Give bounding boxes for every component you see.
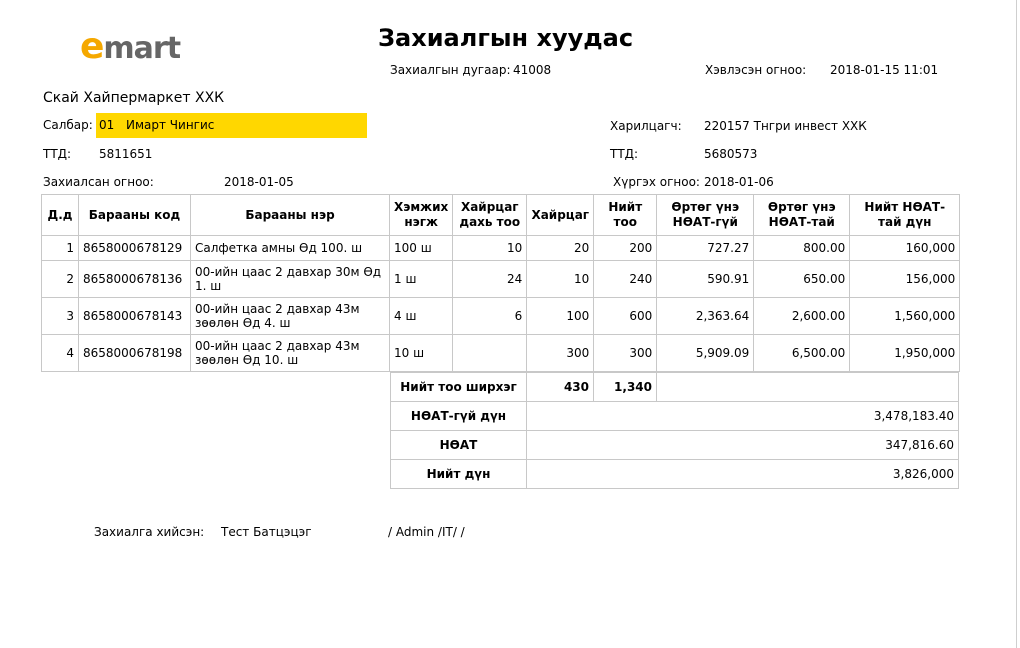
emart-logo: emart (80, 26, 181, 67)
col-header: Хайрцаг дахь тоо (452, 194, 528, 236)
col-header: Д.д (41, 194, 79, 236)
total-boxes: 430 (526, 372, 594, 402)
cell-qty: 600 (593, 297, 658, 335)
cell-code: 8658000678198 (78, 334, 191, 372)
cell-name: 00-ийн цаас 2 давхар 30м Өд 1. ш (190, 260, 390, 298)
partner-label: Харилцагч: (610, 119, 682, 133)
orderer-name: Тест Батцэцэг (221, 525, 312, 539)
total-qty-label: Нийт тоо ширхэг (390, 372, 527, 402)
col-header: Нийт тоо (593, 194, 658, 236)
cell-no: 3 (41, 297, 79, 335)
branch-code: 01 (99, 118, 115, 132)
totals-row-total: Нийт дүн 3,826,000 (390, 459, 959, 489)
col-header: Өртөг үнэ НӨАТ-тай (753, 194, 851, 236)
cell-boxes: 10 (526, 260, 595, 298)
table-row: 3 8658000678143 00-ийн цаас 2 давхар 43м… (41, 297, 961, 335)
cell-cost-vat: 800.00 (753, 235, 851, 261)
cell-total: 160,000 (849, 235, 961, 261)
order-items-table: Д.д Барааны код Барааны нэр Хэмжих нэгж … (41, 194, 961, 372)
company-name: Скай Хайпермаркет ХХК (43, 90, 225, 106)
col-header: Барааны нэр (190, 194, 390, 236)
cell-boxes: 300 (526, 334, 595, 372)
cell-per-box (452, 334, 528, 372)
cell-cost-vat: 6,500.00 (753, 334, 851, 372)
grand-total-value: 3,826,000 (526, 459, 959, 489)
tin-left-value: 5811651 (99, 147, 153, 161)
totals-row-novat: НӨАТ-гүй дүн 3,478,183.40 (390, 401, 959, 431)
col-header: Барааны код (78, 194, 191, 236)
table-row: 4 8658000678198 00-ийн цаас 2 давхар 43м… (41, 334, 961, 372)
cell-no: 2 (41, 260, 79, 298)
tin-left-label: ТТД: (43, 147, 72, 161)
cell-code: 8658000678129 (78, 235, 191, 261)
printed-date-label: Хэвлэсэн огноо: (705, 63, 807, 77)
printed-date-value: 2018-01-15 11:01 (830, 63, 939, 77)
tin-right-value: 5680573 (704, 147, 758, 161)
table-row: 1 8658000678129 Салфетка амны Өд 100. ш … (41, 235, 961, 261)
page-edge (1016, 0, 1017, 648)
table-header-row: Д.д Барааны код Барааны нэр Хэмжих нэгж … (41, 194, 961, 236)
total-qty: 1,340 (593, 372, 657, 402)
novat-label: НӨАТ-гүй дүн (390, 401, 527, 431)
cell-cost-novat: 2,363.64 (656, 297, 755, 335)
cell-no: 4 (41, 334, 79, 372)
col-header: Хэмжих нэгж (388, 194, 454, 236)
empty-cell (656, 372, 959, 402)
order-number-value: 41008 (513, 63, 552, 77)
orderer-label: Захиалга хийсэн: (94, 525, 205, 539)
table-row: 2 8658000678136 00-ийн цаас 2 давхар 30м… (41, 260, 961, 298)
col-header: Нийт НӨАТ-тай дүн (849, 194, 961, 236)
cell-code: 8658000678136 (78, 260, 191, 298)
cell-boxes: 100 (526, 297, 595, 335)
cell-per-box: 6 (452, 297, 528, 335)
order-date-label: Захиалсан огноо: (43, 175, 154, 189)
cell-qty: 200 (593, 235, 658, 261)
cell-boxes: 20 (526, 235, 595, 261)
grand-total-label: Нийт дүн (390, 459, 527, 489)
cell-qty: 240 (593, 260, 658, 298)
cell-cost-vat: 2,600.00 (753, 297, 851, 335)
cell-unit: 10 ш (388, 334, 454, 372)
cell-cost-vat: 650.00 (753, 260, 851, 298)
orderer-role: / Admin /IT/ / (388, 525, 465, 539)
cell-code: 8658000678143 (78, 297, 191, 335)
vat-label: НӨАТ (390, 430, 527, 460)
totals-table: Нийт тоо ширхэг 430 1,340 НӨАТ-гүй дүн 3… (390, 372, 959, 489)
col-header: Өртөг үнэ НӨАТ-гүй (656, 194, 755, 236)
delivery-date-label: Хүргэх огноо: (613, 175, 700, 189)
cell-cost-novat: 727.27 (656, 235, 755, 261)
cell-total: 1,560,000 (849, 297, 961, 335)
cell-cost-novat: 5,909.09 (656, 334, 755, 372)
page-title: Захиалгын хуудас (378, 24, 634, 52)
cell-total: 156,000 (849, 260, 961, 298)
cell-qty: 300 (593, 334, 658, 372)
cell-total: 1,950,000 (849, 334, 961, 372)
totals-row-qty: Нийт тоо ширхэг 430 1,340 (390, 372, 959, 402)
branch-name: Имарт Чингис (126, 118, 215, 132)
cell-unit: 100 ш (388, 235, 454, 261)
cell-name: Салфетка амны Өд 100. ш (190, 235, 390, 261)
cell-unit: 1 ш (388, 260, 454, 298)
order-number-label: Захиалгын дугаар: (390, 63, 511, 77)
totals-row-vat: НӨАТ 347,816.60 (390, 430, 959, 460)
branch-label: Салбар: (43, 118, 93, 132)
cell-unit: 4 ш (388, 297, 454, 335)
tin-right-label: ТТД: (610, 147, 639, 161)
delivery-date-value: 2018-01-06 (704, 175, 774, 189)
cell-no: 1 (41, 235, 79, 261)
cell-name: 00-ийн цаас 2 давхар 43м зөөлөн Өд 10. ш (190, 334, 390, 372)
cell-per-box: 24 (452, 260, 528, 298)
cell-cost-novat: 590.91 (656, 260, 755, 298)
partner-value: 220157 Тнгри инвест ХХК (704, 119, 867, 133)
cell-per-box: 10 (452, 235, 528, 261)
vat-value: 347,816.60 (526, 430, 959, 460)
cell-name: 00-ийн цаас 2 давхар 43м зөөлөн Өд 4. ш (190, 297, 390, 335)
col-header: Хайрцаг (526, 194, 595, 236)
order-date-value: 2018-01-05 (224, 175, 294, 189)
novat-value: 3,478,183.40 (526, 401, 959, 431)
